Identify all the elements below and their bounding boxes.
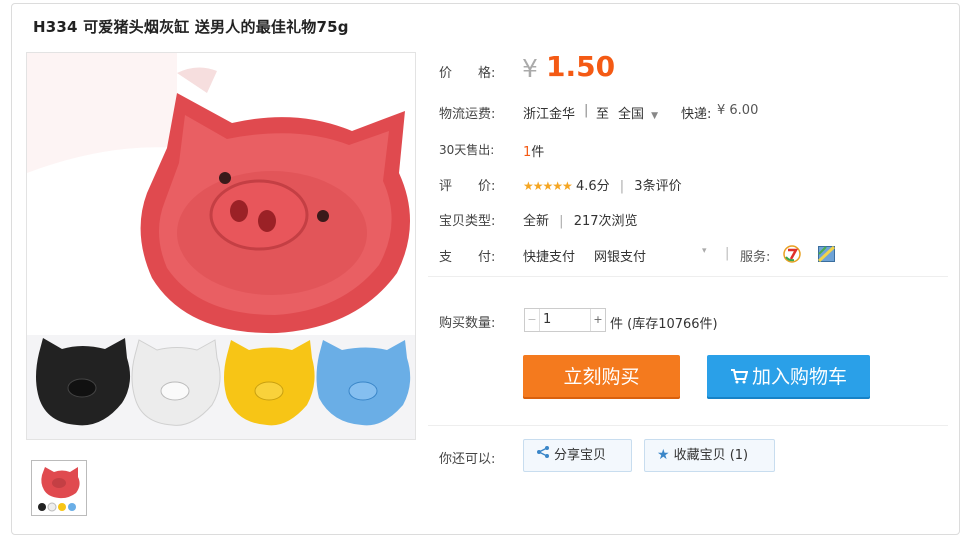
service-label: 服务: <box>740 250 771 265</box>
quantity-label: 购买数量: <box>439 316 496 331</box>
payment-divider: | <box>725 246 730 261</box>
add-to-cart-button[interactable]: 加入购物车 <box>707 355 870 399</box>
increase-quantity-button[interactable]: + <box>590 309 605 331</box>
item-type-label: 宝贝类型: <box>439 214 496 229</box>
more-actions-label: 你还可以: <box>439 452 496 467</box>
section-divider-2 <box>428 425 948 426</box>
sales-label: 30天售出: <box>439 143 495 157</box>
shipping-to-prefix: 至 <box>596 107 610 122</box>
cart-icon <box>730 356 749 400</box>
rating-score: 4.6分 <box>575 179 610 194</box>
share-label: 分享宝贝 <box>554 448 607 463</box>
type-divider: | <box>559 214 564 229</box>
add-to-cart-label: 加入购物车 <box>751 366 847 388</box>
item-type-value: 全新 | 217次浏览 <box>523 210 638 229</box>
currency-symbol: ¥ <box>522 54 538 83</box>
stock-text: 件 (库存10766件) <box>610 317 718 332</box>
quantity-input[interactable]: 1 <box>543 312 591 327</box>
payment-expand-icon[interactable]: ▾ <box>702 246 707 256</box>
product-title: H334 可爱猪头烟灰缸 送男人的最佳礼物75g <box>33 18 349 36</box>
quantity-stepper: − 1 + <box>524 308 606 332</box>
star-icon: ★ <box>657 447 670 463</box>
express-price: ¥ 6.00 <box>717 103 759 118</box>
shipping-destination-select[interactable]: 全国 ▼ <box>618 103 658 122</box>
shipping-separator: | <box>584 103 589 118</box>
payment-label: 支 付: <box>439 250 496 265</box>
payment-method-2: 网银支付 <box>594 250 647 265</box>
price-label: 价 格: <box>439 66 496 81</box>
sales-unit: 件 <box>531 145 545 160</box>
buy-now-button[interactable]: 立刻购买 <box>523 355 680 399</box>
seven-day-return-icon[interactable] <box>783 245 801 267</box>
rating-divider: | <box>619 179 625 194</box>
item-condition: 全新 <box>523 214 550 229</box>
view-count: 217次浏览 <box>573 214 638 229</box>
main-product-image[interactable] <box>26 52 416 440</box>
payment-method-1: 快捷支付 <box>523 250 576 265</box>
product-thumbnail[interactable] <box>31 460 87 516</box>
shipping-from: 浙江金华 <box>523 107 576 122</box>
star-rating-icon: ★★★★★ <box>523 179 573 193</box>
share-icon <box>536 440 550 471</box>
rating-label: 评 价: <box>439 179 496 194</box>
chevron-down-icon: ▼ <box>651 111 659 121</box>
pig-ashtray-illustration <box>27 53 415 439</box>
favorite-button[interactable]: ★ 收藏宝贝 (1) <box>644 439 775 472</box>
shipping-label: 物流运费: <box>439 107 496 122</box>
express-label: 快递: <box>681 107 712 122</box>
favorite-label: 收藏宝贝 (1) <box>673 448 749 463</box>
section-divider <box>428 276 948 277</box>
credit-card-icon[interactable] <box>817 245 836 266</box>
reviews-link[interactable]: 3条评价 <box>634 179 681 194</box>
shipping-destination: 全国 <box>618 107 645 122</box>
price-value: 1.50 <box>546 50 616 83</box>
rating-value: ★★★★★ 4.6分 | 3条评价 <box>523 175 682 194</box>
sales-value: 1件 <box>523 141 544 160</box>
share-button[interactable]: 分享宝贝 <box>523 439 632 472</box>
decrease-quantity-button[interactable]: − <box>525 309 540 331</box>
thumbnail-image <box>38 467 80 512</box>
